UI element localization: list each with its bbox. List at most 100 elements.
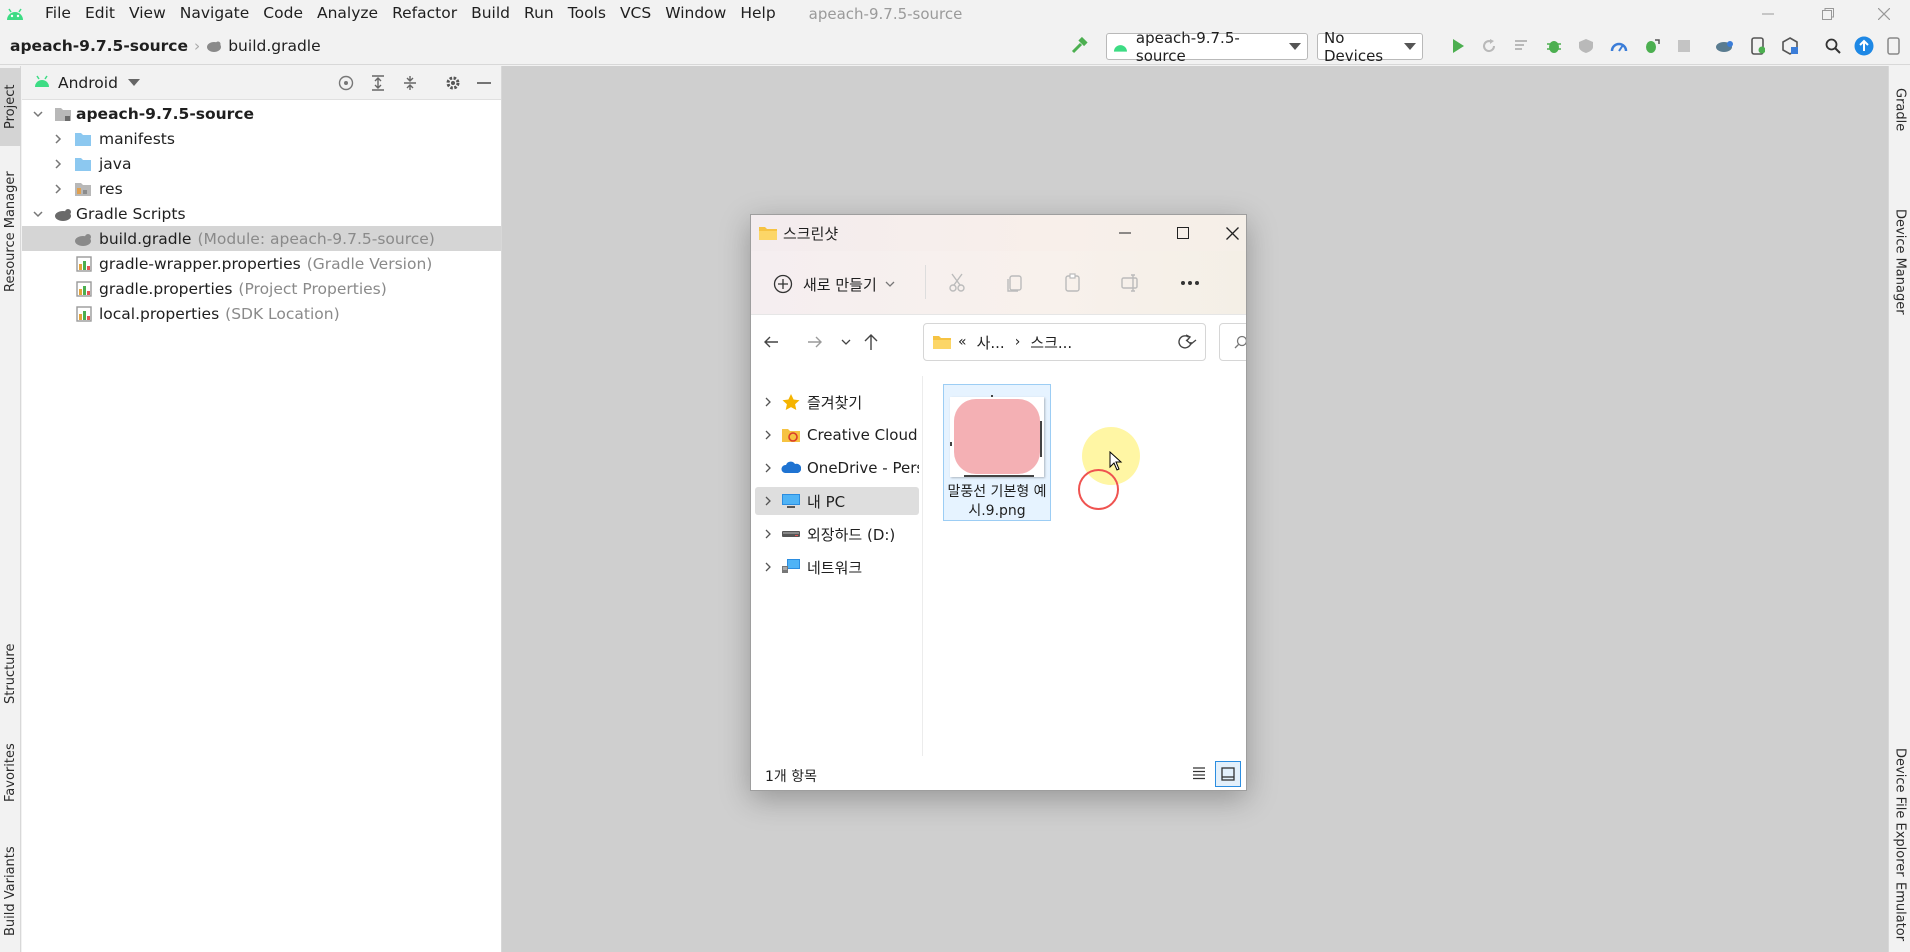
tool-window-build-variants[interactable]: Build Variants bbox=[0, 836, 21, 946]
copy-icon[interactable] bbox=[1005, 273, 1025, 293]
apply-code-changes-icon[interactable] bbox=[1511, 35, 1533, 57]
breadcrumb-file[interactable]: build.gradle bbox=[228, 37, 320, 55]
chevron-right-icon[interactable] bbox=[763, 430, 773, 440]
menu-refactor[interactable]: Refactor bbox=[385, 0, 464, 27]
menu-file[interactable]: File bbox=[38, 0, 78, 27]
tool-window-project[interactable]: Project bbox=[0, 68, 21, 146]
tree-item-local-properties[interactable]: local.properties (SDK Location) bbox=[22, 301, 501, 326]
device-select[interactable]: No Devices bbox=[1317, 29, 1423, 65]
apply-changes-icon[interactable] bbox=[1478, 35, 1500, 57]
locate-file-icon[interactable] bbox=[335, 72, 357, 94]
address-segment[interactable]: 스크... bbox=[1030, 332, 1072, 353]
close-window-button[interactable] bbox=[1856, 0, 1910, 27]
menu-analyze[interactable]: Analyze bbox=[310, 0, 385, 27]
chevron-right-icon[interactable] bbox=[763, 562, 773, 572]
settings-gear-icon[interactable] bbox=[442, 72, 464, 94]
up-arrow-icon[interactable] bbox=[863, 333, 879, 351]
sdk-manager-icon[interactable] bbox=[1779, 35, 1801, 57]
cut-icon[interactable] bbox=[947, 273, 967, 293]
address-bar[interactable]: « 사... › 스크... bbox=[923, 323, 1206, 361]
tree-item-gradle-properties[interactable]: gradle.properties (Project Properties) bbox=[22, 276, 501, 301]
close-button[interactable] bbox=[1217, 221, 1246, 245]
tool-window-gradle[interactable]: Gradle bbox=[1889, 70, 1910, 150]
nav-item-creative-cloud[interactable]: Creative Cloud F bbox=[755, 421, 919, 449]
menu-navigate[interactable]: Navigate bbox=[173, 0, 257, 27]
recent-locations-chevron-icon[interactable] bbox=[841, 338, 851, 346]
minimize-button[interactable] bbox=[1740, 0, 1796, 27]
update-available-icon[interactable] bbox=[1853, 35, 1875, 57]
stop-icon[interactable] bbox=[1673, 35, 1695, 57]
more-options-icon[interactable] bbox=[1179, 273, 1201, 293]
tree-item-java[interactable]: java bbox=[22, 151, 501, 176]
hide-toolbar-icon[interactable] bbox=[1883, 35, 1905, 57]
refresh-icon[interactable] bbox=[1177, 334, 1193, 350]
chevron-down-icon[interactable] bbox=[32, 108, 44, 120]
rename-icon[interactable] bbox=[1121, 273, 1141, 293]
chevron-right-icon[interactable] bbox=[52, 183, 64, 195]
file-thumbnail bbox=[950, 395, 1044, 477]
menu-tools[interactable]: Tools bbox=[561, 0, 613, 27]
tree-item-project-root[interactable]: apeach-9.7.5-source bbox=[22, 101, 501, 126]
tool-window-resource-manager[interactable]: Resource Manager bbox=[0, 164, 21, 300]
chevron-down-icon[interactable] bbox=[127, 79, 140, 86]
debug-icon[interactable] bbox=[1543, 35, 1565, 57]
nav-item-external-drive[interactable]: 외장하드 (D:) bbox=[755, 520, 919, 548]
tool-window-structure[interactable]: Structure bbox=[0, 634, 21, 714]
maximize-button[interactable] bbox=[1161, 221, 1205, 245]
file-item[interactable]: 말풍선 기본형 예 시.9.png bbox=[943, 384, 1051, 521]
chevron-right-icon[interactable] bbox=[763, 397, 773, 407]
address-segment[interactable]: 사... bbox=[977, 332, 1005, 353]
chevron-down-icon[interactable] bbox=[32, 208, 44, 220]
tree-item-gradle-scripts[interactable]: Gradle Scripts bbox=[22, 201, 501, 226]
chevron-right-icon[interactable] bbox=[52, 133, 64, 145]
menu-help[interactable]: Help bbox=[733, 0, 782, 27]
attach-debugger-icon[interactable] bbox=[1641, 35, 1663, 57]
large-icons-view-icon[interactable] bbox=[1215, 761, 1241, 787]
profile-icon[interactable] bbox=[1608, 35, 1630, 57]
expand-all-icon[interactable] bbox=[367, 72, 389, 94]
details-view-icon[interactable] bbox=[1191, 765, 1207, 781]
menu-window[interactable]: Window bbox=[658, 0, 733, 27]
search-box[interactable] bbox=[1219, 323, 1246, 361]
nav-item-this-pc[interactable]: 내 PC bbox=[755, 487, 919, 515]
hide-panel-icon[interactable] bbox=[473, 72, 495, 94]
avd-manager-icon[interactable] bbox=[1747, 35, 1769, 57]
nav-label: OneDrive - Persc bbox=[807, 459, 919, 477]
sync-gradle-icon[interactable] bbox=[1714, 35, 1736, 57]
menu-edit[interactable]: Edit bbox=[78, 0, 122, 27]
tool-window-device-manager[interactable]: Device Manager bbox=[1889, 164, 1910, 360]
tree-item-gradle-wrapper-properties[interactable]: gradle-wrapper.properties (Gradle Version… bbox=[22, 251, 501, 276]
chevron-right-icon[interactable] bbox=[763, 496, 773, 506]
project-view-select[interactable]: Android bbox=[58, 74, 118, 92]
run-with-coverage-icon[interactable] bbox=[1575, 35, 1597, 57]
tree-label: gradle-wrapper.properties bbox=[99, 254, 301, 273]
forward-arrow-icon[interactable] bbox=[807, 334, 823, 350]
nav-item-favorites[interactable]: 즐겨찾기 bbox=[755, 388, 919, 416]
menu-code[interactable]: Code bbox=[256, 0, 310, 27]
paste-icon[interactable] bbox=[1063, 273, 1083, 293]
make-project-hammer-icon[interactable] bbox=[1068, 35, 1090, 57]
back-arrow-icon[interactable] bbox=[763, 334, 779, 350]
menu-vcs[interactable]: VCS bbox=[613, 0, 658, 27]
chevron-right-icon[interactable] bbox=[763, 529, 773, 539]
nav-item-network[interactable]: 네트워크 bbox=[755, 553, 919, 581]
chevron-right-icon[interactable] bbox=[763, 463, 773, 473]
tree-item-build-gradle[interactable]: build.gradle (Module: apeach-9.7.5-source… bbox=[22, 226, 501, 251]
breadcrumb-project[interactable]: apeach-9.7.5-source bbox=[10, 37, 188, 55]
menu-run[interactable]: Run bbox=[517, 0, 561, 27]
tool-window-emulator[interactable]: Emulator bbox=[1889, 872, 1910, 952]
nav-item-onedrive[interactable]: OneDrive - Persc bbox=[755, 454, 919, 482]
run-icon[interactable] bbox=[1447, 35, 1469, 57]
menu-build[interactable]: Build bbox=[464, 0, 517, 27]
search-everywhere-icon[interactable] bbox=[1822, 35, 1844, 57]
tree-item-res[interactable]: res bbox=[22, 176, 501, 201]
collapse-all-icon[interactable] bbox=[399, 72, 421, 94]
run-configuration-select[interactable]: apeach-9.7.5-source bbox=[1106, 29, 1308, 65]
restore-button[interactable] bbox=[1800, 0, 1856, 27]
menu-view[interactable]: View bbox=[122, 0, 173, 27]
tree-item-manifests[interactable]: manifests bbox=[22, 126, 501, 151]
minimize-button[interactable] bbox=[1103, 221, 1147, 245]
tool-window-favorites[interactable]: Favorites bbox=[0, 732, 21, 814]
chevron-right-icon[interactable] bbox=[52, 158, 64, 170]
new-button[interactable]: 새로 만들기 bbox=[773, 271, 895, 297]
